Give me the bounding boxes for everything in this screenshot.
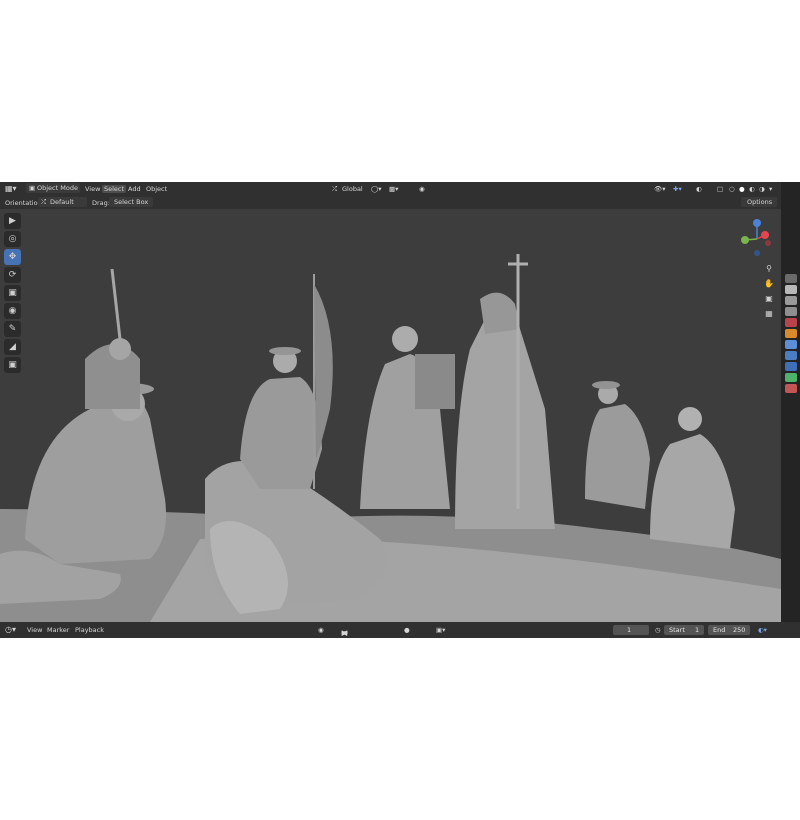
gizmo-toggle-icon[interactable]: ✚▾ bbox=[673, 185, 682, 193]
timeline-menu-playback[interactable]: Playback bbox=[75, 626, 104, 634]
material-properties-icon[interactable] bbox=[784, 384, 797, 393]
tool-properties-icon[interactable] bbox=[784, 274, 797, 283]
tool-settings-bar: Orientation: ⤮ Default Drag: Select Box … bbox=[0, 196, 781, 209]
physics-properties-icon[interactable] bbox=[784, 362, 797, 371]
timeline-header: ◷▾ View Marker Playback ◉ ⏮ ◀ ◀ ▶ ▶ ⏭ ● ▣▾ 1 … bbox=[0, 622, 800, 638]
object-properties-icon[interactable] bbox=[784, 329, 797, 338]
cursor-tool-icon[interactable]: ◎ bbox=[4, 231, 21, 247]
editor-type-icon[interactable]: ▦▾ bbox=[5, 184, 17, 193]
pan-hand-icon[interactable]: ✋ bbox=[763, 278, 775, 290]
menu-select[interactable]: Select bbox=[102, 185, 127, 193]
sculpture-render bbox=[0, 254, 781, 622]
current-frame-value: 1 bbox=[627, 626, 632, 634]
transform-orientation-dropdown[interactable]: Global bbox=[342, 185, 363, 193]
object-mode-icon: ▣ bbox=[29, 184, 36, 192]
timeline-menu-marker[interactable]: Marker bbox=[47, 626, 69, 634]
start-value: 1 bbox=[695, 626, 700, 634]
drag-dropdown[interactable]: Select Box bbox=[109, 197, 153, 207]
timeline-editor-icon[interactable]: ◷▾ bbox=[5, 625, 16, 634]
3d-viewport[interactable]: ▶ ◎ ✥ ⟳ ▣ ◉ ✎ ◢ ▣ ⚲ ✋ ▣ ▦ bbox=[0, 209, 781, 622]
render-properties-icon[interactable] bbox=[784, 285, 797, 294]
annotate-tool-icon[interactable]: ✎ bbox=[4, 321, 21, 337]
drag-label: Drag: bbox=[92, 199, 110, 207]
start-frame-field[interactable]: Start 1 bbox=[664, 625, 704, 635]
timeline-menu-view[interactable]: View bbox=[27, 626, 42, 634]
zoom-icon[interactable]: ⚲ bbox=[763, 263, 775, 275]
move-tool-icon[interactable]: ✥ bbox=[4, 249, 21, 265]
shading-solid-icon[interactable]: ● bbox=[739, 185, 745, 193]
shading-wireframe-icon[interactable]: ○ bbox=[729, 185, 735, 193]
modifier-properties-icon[interactable] bbox=[784, 340, 797, 349]
mode-dropdown[interactable]: ▣ Object Mode bbox=[26, 183, 80, 193]
add-cube-tool-icon[interactable]: ▣ bbox=[4, 357, 21, 373]
shading-material-icon[interactable]: ◐ bbox=[749, 185, 755, 193]
properties-editor-strip bbox=[781, 182, 800, 638]
menu-add[interactable]: Add bbox=[128, 185, 141, 193]
view-layer-properties-icon[interactable] bbox=[784, 307, 797, 316]
measure-tool-icon[interactable]: ◢ bbox=[4, 339, 21, 355]
toolbar: ▶ ◎ ✥ ⟳ ▣ ◉ ✎ ◢ ▣ bbox=[4, 213, 24, 375]
viewport-header: ▦▾ ▣ Object Mode View Select Add Object … bbox=[0, 182, 781, 196]
overlays-icon[interactable]: ◐ bbox=[696, 185, 702, 193]
orientation-dropdown[interactable]: ⤮ Default bbox=[38, 197, 87, 207]
end-frame-field[interactable]: End 250 bbox=[708, 625, 750, 635]
timeline-view-icon[interactable]: ◐▾ bbox=[758, 626, 767, 634]
proportional-edit-icon[interactable]: ◉ bbox=[419, 185, 425, 193]
end-value: 250 bbox=[733, 626, 746, 634]
options-label: Options bbox=[747, 198, 773, 206]
drag-value: Select Box bbox=[114, 198, 149, 206]
snap-icon[interactable]: ▩▾ bbox=[389, 185, 398, 193]
transform-orientation-icon: ⤮ bbox=[332, 185, 338, 193]
jump-end-icon[interactable]: ⏭ bbox=[340, 629, 349, 638]
keyframe-prev-icon[interactable]: ● bbox=[404, 626, 410, 634]
particle-properties-icon[interactable] bbox=[784, 351, 797, 360]
visibility-icon[interactable]: 👁▾ bbox=[654, 185, 666, 193]
gizmo-z-axis[interactable] bbox=[753, 219, 761, 227]
current-frame-field[interactable]: 1 bbox=[613, 625, 649, 635]
start-label: Start bbox=[669, 626, 685, 634]
output-properties-icon[interactable] bbox=[784, 296, 797, 305]
perspective-grid-icon[interactable]: ▦ bbox=[763, 308, 775, 320]
gizmo-x-axis[interactable] bbox=[761, 231, 769, 239]
blender-window: ▦▾ ▣ Object Mode View Select Add Object … bbox=[0, 182, 800, 638]
end-label: End bbox=[713, 626, 726, 634]
xray-icon[interactable]: □ bbox=[717, 185, 723, 193]
object-data-properties-icon[interactable] bbox=[784, 373, 797, 382]
auto-keying-icon[interactable]: ◉ bbox=[318, 626, 324, 634]
shading-rendered-icon[interactable]: ◑ bbox=[759, 185, 765, 193]
rotate-tool-icon[interactable]: ⟳ bbox=[4, 267, 21, 283]
select-box-tool-icon[interactable]: ▶ bbox=[4, 213, 21, 229]
orientation-axes-icon: ⤮ bbox=[41, 198, 47, 206]
transform-tool-icon[interactable]: ◉ bbox=[4, 303, 21, 319]
gizmo-y-axis[interactable] bbox=[741, 236, 749, 244]
menu-object[interactable]: Object bbox=[146, 185, 167, 193]
keying-set-icon[interactable]: ▣▾ bbox=[436, 626, 445, 634]
scene-properties-icon[interactable] bbox=[784, 318, 797, 327]
orientation-value: Default bbox=[50, 198, 74, 206]
mode-label: Object Mode bbox=[37, 184, 78, 192]
camera-view-icon[interactable]: ▣ bbox=[763, 293, 775, 305]
navigation-gizmo[interactable] bbox=[737, 215, 781, 259]
options-dropdown[interactable]: Options bbox=[741, 197, 777, 207]
clock-icon: ◷ bbox=[655, 626, 661, 634]
pivot-point-icon[interactable]: ◯▾ bbox=[371, 185, 382, 193]
shading-options-icon[interactable]: ▾ bbox=[769, 185, 772, 193]
menu-view[interactable]: View bbox=[85, 185, 100, 193]
scale-tool-icon[interactable]: ▣ bbox=[4, 285, 21, 301]
